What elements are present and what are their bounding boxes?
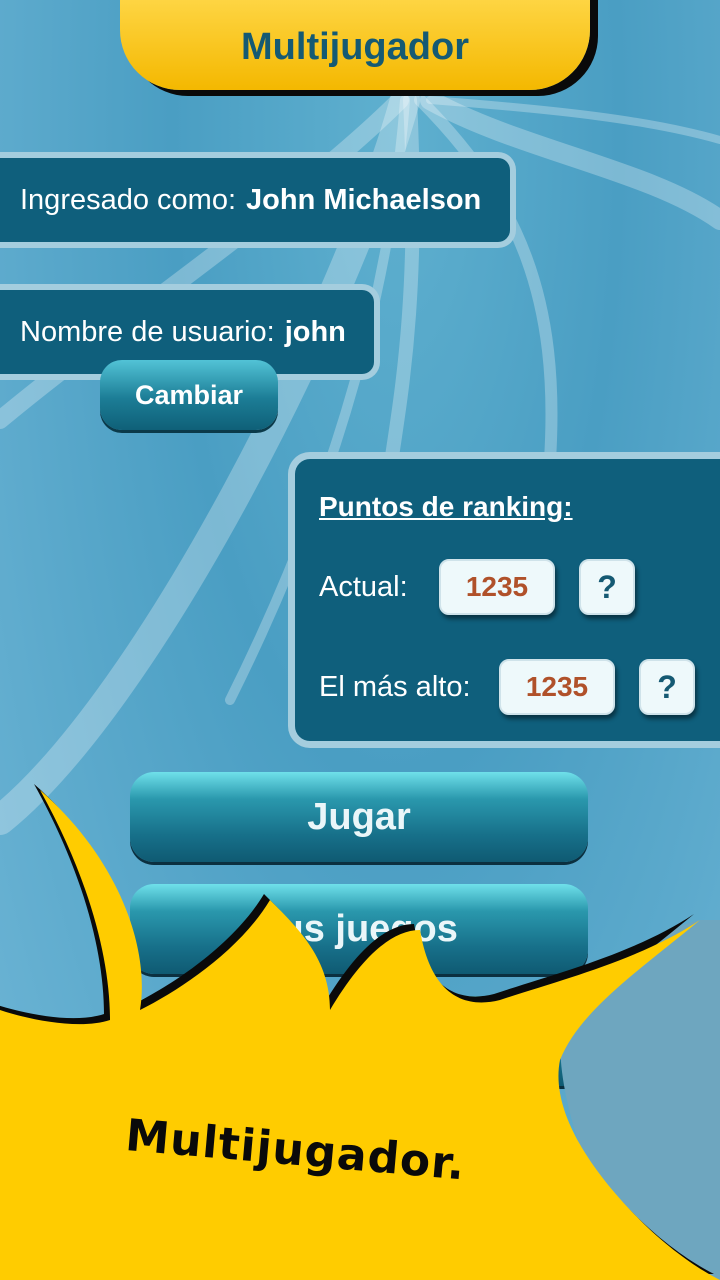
comic-burst bbox=[0, 784, 720, 1280]
